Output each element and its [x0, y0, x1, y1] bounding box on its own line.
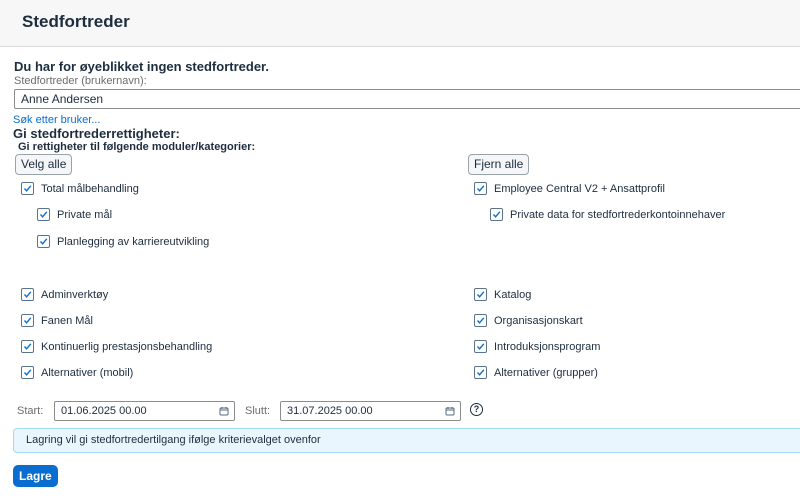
calendar-icon[interactable]	[219, 406, 229, 419]
checkbox-label: Adminverktøy	[41, 288, 109, 301]
checkbox-label: Employee Central V2 + Ansattprofil	[494, 182, 665, 195]
end-date-value: 31.07.2025 00.00	[287, 405, 373, 417]
substitute-user-input[interactable]: Anne Andersen	[14, 89, 800, 109]
checkbox-private-data[interactable]: Private data for stedfortrederkontoinneh…	[490, 208, 725, 221]
help-icon[interactable]: ?	[470, 403, 483, 416]
checkbox-admin-tools[interactable]: Adminverktøy	[21, 288, 108, 301]
checkbox-alternatives-groups[interactable]: Alternativer (grupper)	[474, 366, 598, 379]
checkbox-label: Total målbehandling	[41, 182, 139, 195]
checkbox-checked-icon	[21, 314, 34, 327]
checkbox-checked-icon	[474, 288, 487, 301]
search-user-link[interactable]: Søk etter bruker...	[13, 114, 100, 126]
checkbox-checked-icon	[37, 235, 50, 248]
checkbox-goals-tab[interactable]: Fanen Mål	[21, 314, 93, 327]
checkbox-label: Katalog	[494, 288, 532, 301]
checkbox-checked-icon	[21, 366, 34, 379]
start-date-value: 01.06.2025 00.00	[61, 405, 147, 417]
checkbox-label: Alternativer (mobil)	[41, 366, 134, 379]
checkbox-label: Private data for stedfortrederkontoinneh…	[510, 208, 726, 221]
checkbox-label: Kontinuerlig prestasjonsbehandling	[41, 340, 213, 353]
save-button[interactable]: Lagre	[13, 465, 58, 487]
checkbox-onboarding[interactable]: Introduksjonsprogram	[474, 340, 600, 353]
start-date-label: Start:	[17, 405, 44, 417]
checkbox-checked-icon	[474, 366, 487, 379]
checkbox-label: Planlegging av karriereutvikling	[57, 235, 210, 248]
checkbox-checked-icon	[37, 208, 50, 221]
status-heading: Du har for øyeblikket ingen stedfortrede…	[14, 59, 269, 74]
checkbox-alternatives-mobile[interactable]: Alternativer (mobil)	[21, 366, 133, 379]
page-title: Stedfortreder	[22, 12, 130, 31]
end-date-input[interactable]: 31.07.2025 00.00	[280, 401, 461, 421]
checkbox-checked-icon	[474, 314, 487, 327]
checkbox-checked-icon	[490, 208, 503, 221]
page-header: Stedfortreder	[0, 0, 800, 47]
rights-subheading: Gi rettigheter til følgende moduler/kate…	[18, 141, 256, 153]
user-field-label: Stedfortreder (brukernavn):	[14, 75, 147, 87]
checkbox-checked-icon	[21, 288, 34, 301]
checkbox-label: Organisasjonskart	[494, 314, 583, 327]
checkbox-employee-central[interactable]: Employee Central V2 + Ansattprofil	[474, 182, 665, 195]
select-all-button[interactable]: Velg alle	[15, 154, 73, 175]
rights-heading: Gi stedfortrederrettigheter:	[13, 126, 180, 141]
start-date-input[interactable]: 01.06.2025 00.00	[54, 401, 235, 421]
checkbox-total-goal[interactable]: Total målbehandling	[21, 182, 139, 195]
info-message-strip: Lagring vil gi stedfortredertilgang iføl…	[13, 428, 800, 453]
checkbox-catalog[interactable]: Katalog	[474, 288, 531, 301]
checkbox-checked-icon	[21, 182, 34, 195]
checkbox-org-chart[interactable]: Organisasjonskart	[474, 314, 583, 327]
checkbox-label: Alternativer (grupper)	[494, 366, 598, 379]
checkbox-label: Fanen Mål	[41, 314, 93, 327]
checkbox-private-goals[interactable]: Private mål	[37, 208, 112, 221]
checkbox-checked-icon	[474, 182, 487, 195]
checkbox-checked-icon	[21, 340, 34, 353]
checkbox-checked-icon	[474, 340, 487, 353]
checkbox-label: Private mål	[57, 208, 113, 221]
checkbox-career-planning[interactable]: Planlegging av karriereutvikling	[37, 235, 209, 248]
checkbox-label: Introduksjonsprogram	[494, 340, 601, 353]
calendar-icon[interactable]	[445, 406, 455, 419]
checkbox-continuous-performance[interactable]: Kontinuerlig prestasjonsbehandling	[21, 340, 212, 353]
info-message-text: Lagring vil gi stedfortredertilgang iføl…	[26, 434, 321, 446]
end-date-label: Slutt:	[245, 405, 271, 417]
remove-all-button[interactable]: Fjern alle	[468, 154, 530, 175]
